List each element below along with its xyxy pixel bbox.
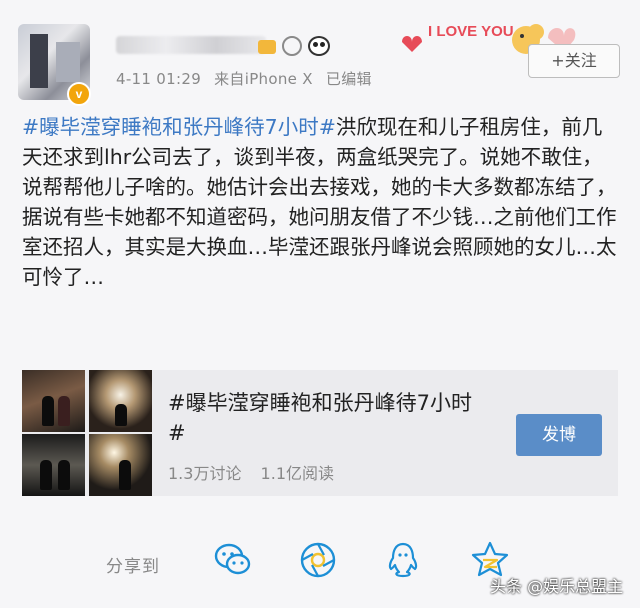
love-sticker-text: I LOVE YOU — [428, 23, 514, 40]
member-badge-icon — [258, 40, 276, 54]
post-edited-label: 已编辑 — [325, 70, 372, 88]
thumbnail-image — [89, 370, 152, 432]
discussion-count: 1.3万讨论 — [168, 464, 242, 483]
topic-thumbnail-grid[interactable] — [22, 370, 152, 496]
moments-icon[interactable] — [298, 540, 338, 580]
topic-link[interactable]: #曝毕滢穿睡袍和张丹峰待7小时# — [22, 115, 336, 139]
source-watermark: 头条 @娱乐总盟主 — [490, 577, 624, 596]
thumbnail-image — [22, 434, 85, 496]
share-card-title[interactable]: #曝毕滢穿睡袍和张丹峰待7小时# — [168, 388, 488, 448]
post-meta: 4-11 01:29 来自iPhone X 已编辑 — [116, 68, 372, 89]
qq-icon[interactable] — [383, 540, 423, 580]
panda-badge-icon — [308, 36, 330, 56]
post-button[interactable]: 发博 — [516, 414, 602, 456]
round-badge-icon — [282, 36, 302, 56]
verified-badge-icon: v — [67, 82, 91, 106]
share-to-label: 分享到 — [106, 557, 160, 577]
wechat-icon[interactable] — [213, 540, 253, 580]
thumbnail-image — [89, 434, 152, 496]
post-timestamp: 4-11 01:29 — [116, 70, 202, 88]
post-body-text: 洪欣现在和儿子租房住，前几天还求到lhr公司去了，谈到半夜，两盒纸哭完了。说她不… — [22, 115, 617, 289]
thumbnail-image — [22, 370, 85, 432]
read-count: 1.1亿阅读 — [260, 464, 334, 483]
username-blurred[interactable] — [116, 36, 266, 54]
weibo-post-card: v 4-11 01:29 来自iPhone X 已编辑 I LOVE YOU +… — [0, 0, 640, 608]
share-card-stats: 1.3万讨论 1.1亿阅读 — [168, 460, 334, 484]
topic-share-card[interactable]: #曝毕滢穿睡袍和张丹峰待7小时# 1.3万讨论 1.1亿阅读 发博 — [22, 370, 618, 496]
follow-button[interactable]: +关注 — [528, 44, 620, 78]
post-source[interactable]: 来自iPhone X — [214, 70, 313, 88]
post-body: #曝毕滢穿睡袍和张丹峰待7小时#洪欣现在和儿子租房住，前几天还求到lhr公司去了… — [22, 112, 622, 292]
